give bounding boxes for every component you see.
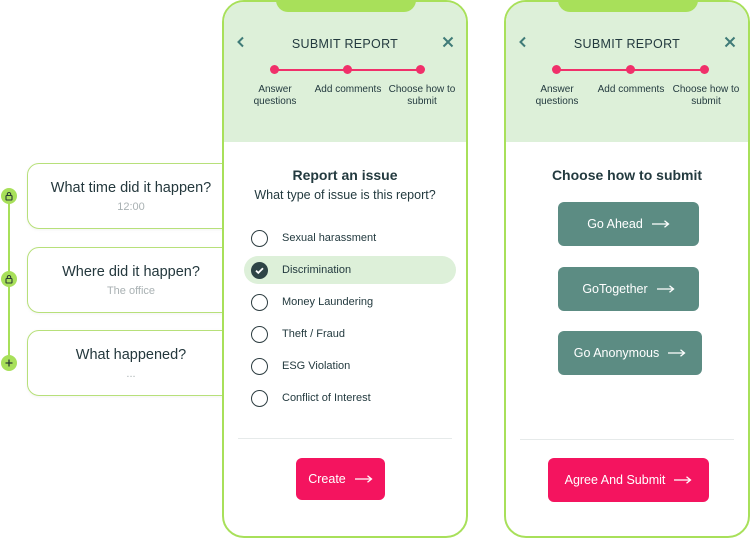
option-label: Conflict of Interest <box>282 392 371 404</box>
card-question: What happened? <box>75 346 187 363</box>
section-title: Report an issue <box>292 167 398 183</box>
arrow-right-icon <box>668 349 686 357</box>
phone-choose-submit: SUBMIT REPORT Answer questions Add comme… <box>504 0 750 538</box>
step-label-submit: Choose how to submit <box>672 84 740 107</box>
section-title: Choose how to submit <box>551 167 703 183</box>
lock-icon <box>1 271 17 287</box>
go-ahead-button[interactable]: Go Ahead <box>558 202 699 246</box>
divider <box>520 439 734 440</box>
create-button[interactable]: Create <box>296 458 385 500</box>
option-label: Sexual harassment <box>282 232 377 244</box>
step-label-comments: Add comments <box>314 84 382 95</box>
divider <box>238 438 452 439</box>
radio-unchecked-icon[interactable] <box>251 293 268 311</box>
go-anonymous-label: Go Anonymous <box>573 346 660 360</box>
card-answer: The office <box>106 284 156 297</box>
go-anonymous-button[interactable]: Go Anonymous <box>558 331 702 375</box>
agree-and-submit-label: Agree And Submit <box>564 473 666 487</box>
go-together-button[interactable]: GoTogether <box>558 267 699 311</box>
radio-unchecked-icon[interactable] <box>251 229 268 247</box>
step-dot <box>552 65 561 74</box>
arrow-right-icon <box>674 476 692 484</box>
step-label-answer: Answer questions <box>253 84 297 107</box>
arrow-right-icon <box>651 220 670 228</box>
section-subtitle: What type of issue is this report? <box>254 188 436 202</box>
plus-icon[interactable] <box>1 355 17 371</box>
close-icon[interactable] <box>441 35 455 49</box>
option-money-laundering[interactable]: Money Laundering <box>244 288 456 316</box>
phone-report-issue: SUBMIT REPORT Answer questions Add comme… <box>222 0 468 538</box>
step-label-comments: Add comments <box>597 84 665 95</box>
go-together-label: GoTogether <box>582 282 648 296</box>
option-label: ESG Violation <box>282 360 351 372</box>
agree-and-submit-button[interactable]: Agree And Submit <box>548 458 709 502</box>
step-dot <box>700 65 709 74</box>
option-label: Money Laundering <box>282 296 374 308</box>
card-answer: ... <box>126 367 136 380</box>
phone-notch <box>276 2 416 12</box>
step-dot <box>343 65 352 74</box>
option-label: Theft / Fraud <box>282 328 345 340</box>
go-ahead-label: Go Ahead <box>587 217 643 231</box>
arrow-right-icon <box>354 475 373 483</box>
option-sexual-harassment[interactable]: Sexual harassment <box>244 224 456 252</box>
phone-notch <box>558 2 698 12</box>
question-card-place[interactable]: Where did it happen? The office <box>27 247 235 313</box>
arrow-right-icon <box>656 285 675 293</box>
step-label-answer: Answer questions <box>535 84 579 107</box>
option-theft-fraud[interactable]: Theft / Fraud <box>244 320 456 348</box>
step-dot <box>270 65 279 74</box>
step-dot <box>626 65 635 74</box>
option-esg-violation[interactable]: ESG Violation <box>244 352 456 380</box>
page-title: SUBMIT REPORT <box>291 37 399 51</box>
create-button-label: Create <box>308 472 346 486</box>
radio-unchecked-icon[interactable] <box>251 325 268 343</box>
lock-icon <box>1 188 17 204</box>
page-title: SUBMIT REPORT <box>573 37 681 51</box>
card-answer: 12:00 <box>117 200 145 213</box>
step-label-submit: Choose how to submit <box>388 84 456 107</box>
step-dot <box>416 65 425 74</box>
option-discrimination[interactable]: Discrimination <box>244 256 456 284</box>
radio-unchecked-icon[interactable] <box>251 357 268 375</box>
close-icon[interactable] <box>723 35 737 49</box>
option-label: Discrimination <box>282 264 352 276</box>
question-card-what[interactable]: What happened? ... <box>27 330 235 396</box>
option-conflict-of-interest[interactable]: Conflict of Interest <box>244 384 456 412</box>
card-question: What time did it happen? <box>50 179 212 196</box>
radio-unchecked-icon[interactable] <box>251 389 268 407</box>
radio-checked-icon[interactable] <box>251 261 268 279</box>
question-card-time[interactable]: What time did it happen? 12:00 <box>27 163 235 229</box>
card-question: Where did it happen? <box>62 263 200 280</box>
